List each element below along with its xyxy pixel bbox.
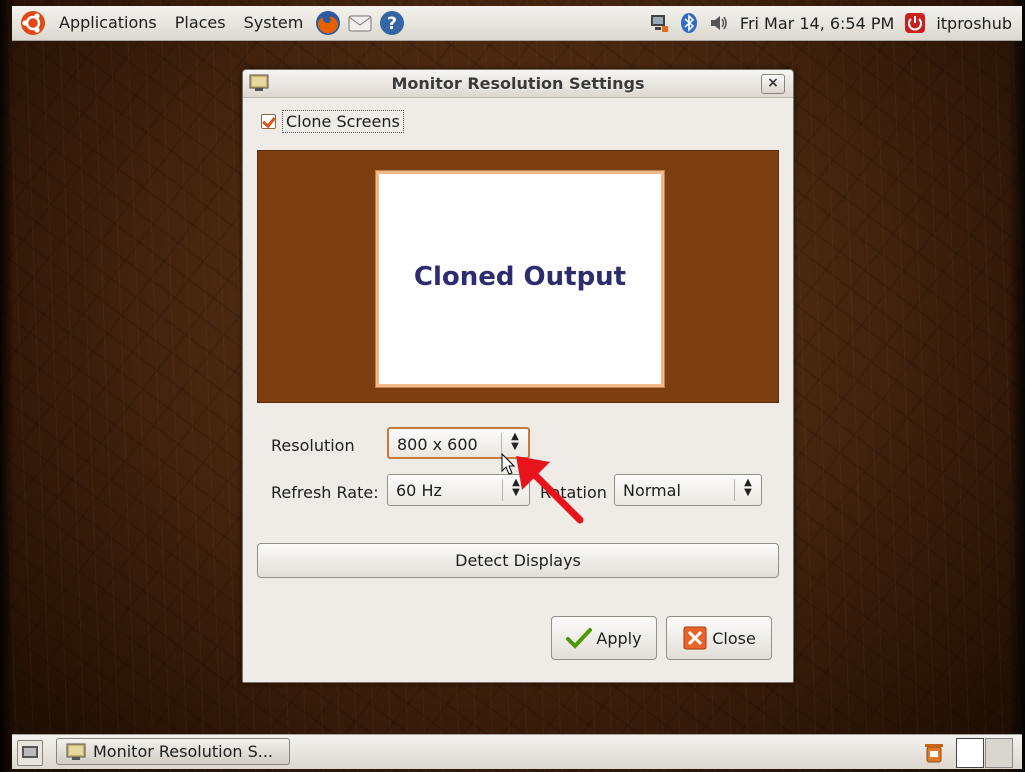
clone-screens-checkbox[interactable]: Clone Screens [261,108,404,134]
menu-places[interactable]: Places [166,6,235,40]
monitor-icon [66,743,86,760]
bluetooth-icon[interactable] [678,12,700,34]
power-icon[interactable] [904,12,926,34]
apply-button[interactable]: Apply [551,616,657,660]
clock[interactable]: Fri Mar 14, 6:54 PM [734,14,900,33]
checkbox-checked-icon[interactable] [261,113,276,129]
workspace-2[interactable] [985,738,1013,768]
desktop: Applications Places System ? Fri Mar 14,… [0,0,1025,772]
help-icon[interactable]: ? [379,10,405,36]
spin-arrows-icon: ▲ ▼ [511,431,519,452]
spin-arrows-icon: ▲ ▼ [744,477,752,498]
dialog-title: Monitor Resolution Settings [391,74,645,93]
menu-applications[interactable]: Applications [50,6,166,40]
taskbar-item-label: Monitor Resolution S... [93,742,274,761]
show-desktop-icon[interactable] [17,740,43,766]
rotation-value: Normal [623,481,681,500]
user-name[interactable]: itproshub [930,14,1022,33]
monitor-resolution-dialog: Monitor Resolution Settings × Clone Scre… [242,69,794,683]
close-button[interactable]: Close [666,616,772,660]
trash-icon[interactable] [922,740,946,764]
menu-system[interactable]: System [235,6,313,40]
monitor-preview-label: Cloned Output [413,262,627,292]
resolution-label: Resolution [271,436,355,455]
window-close-button[interactable]: × [761,74,785,94]
close-label: Close [712,628,756,648]
display-preview[interactable]: Cloned Output [257,150,779,403]
rotation-combo[interactable]: Normal ▲ ▼ [614,474,762,506]
bottom-panel: Monitor Resolution S... [12,734,1022,769]
red-arrow-icon [516,456,584,524]
clone-screens-label: Clone Screens [282,109,404,133]
dialog-titlebar[interactable]: Monitor Resolution Settings × [243,70,793,98]
apply-label: Apply [596,628,642,648]
network-icon[interactable] [648,12,670,34]
checkmark-icon [566,628,593,649]
resolution-value: 800 x 600 [397,435,478,454]
volume-icon[interactable] [708,12,730,34]
mail-icon[interactable] [347,10,373,36]
taskbar-item-monitor-resolution[interactable]: Monitor Resolution S... [56,738,290,765]
workspace-1[interactable] [956,738,984,768]
refresh-rate-label: Refresh Rate: [271,483,379,502]
monitor-preview[interactable]: Cloned Output [376,171,664,387]
top-panel: Applications Places System ? Fri Mar 14,… [12,6,1022,41]
firefox-icon[interactable] [315,10,341,36]
detect-displays-button[interactable]: Detect Displays [257,543,779,578]
svg-text:?: ? [387,14,397,34]
ubuntu-logo-icon[interactable] [20,10,46,36]
refresh-rate-value: 60 Hz [396,481,442,500]
close-x-icon [683,626,707,650]
refresh-rate-combo[interactable]: 60 Hz ▲ ▼ [387,474,530,506]
